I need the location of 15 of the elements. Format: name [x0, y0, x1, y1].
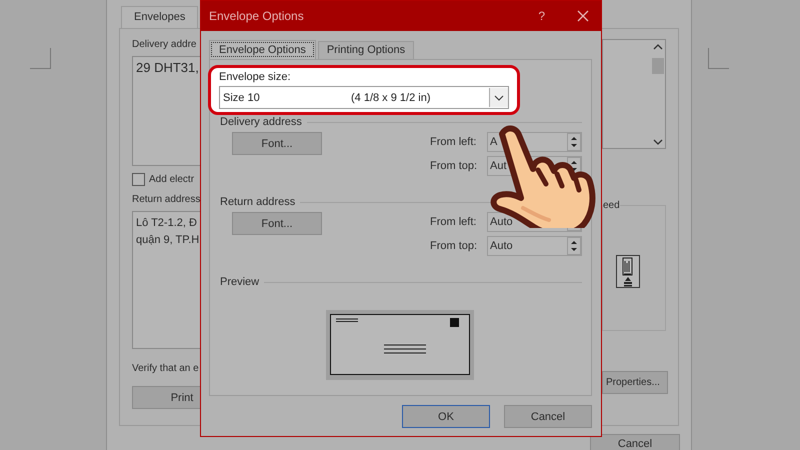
field-label: From left:	[430, 136, 478, 148]
field-label: From top:	[430, 160, 478, 172]
field-label: Envelope size:	[219, 71, 292, 83]
field-label: From left:	[430, 216, 478, 228]
section-title: Delivery address	[220, 116, 302, 128]
verify-text: Verify that an e	[132, 363, 200, 374]
field-label: Delivery addre	[132, 39, 198, 50]
checkbox-label: Add electr	[149, 174, 194, 185]
window-title: Envelope Options	[209, 9, 304, 23]
field-label: Return address	[132, 194, 202, 205]
dropdown-text: Size 10	[222, 92, 261, 104]
field-label: From top:	[430, 240, 478, 252]
section-title: Preview	[220, 276, 260, 288]
section-title: Return address	[220, 196, 296, 208]
dropdown-text: (4 1/8 x 9 1/2 in)	[351, 92, 432, 104]
